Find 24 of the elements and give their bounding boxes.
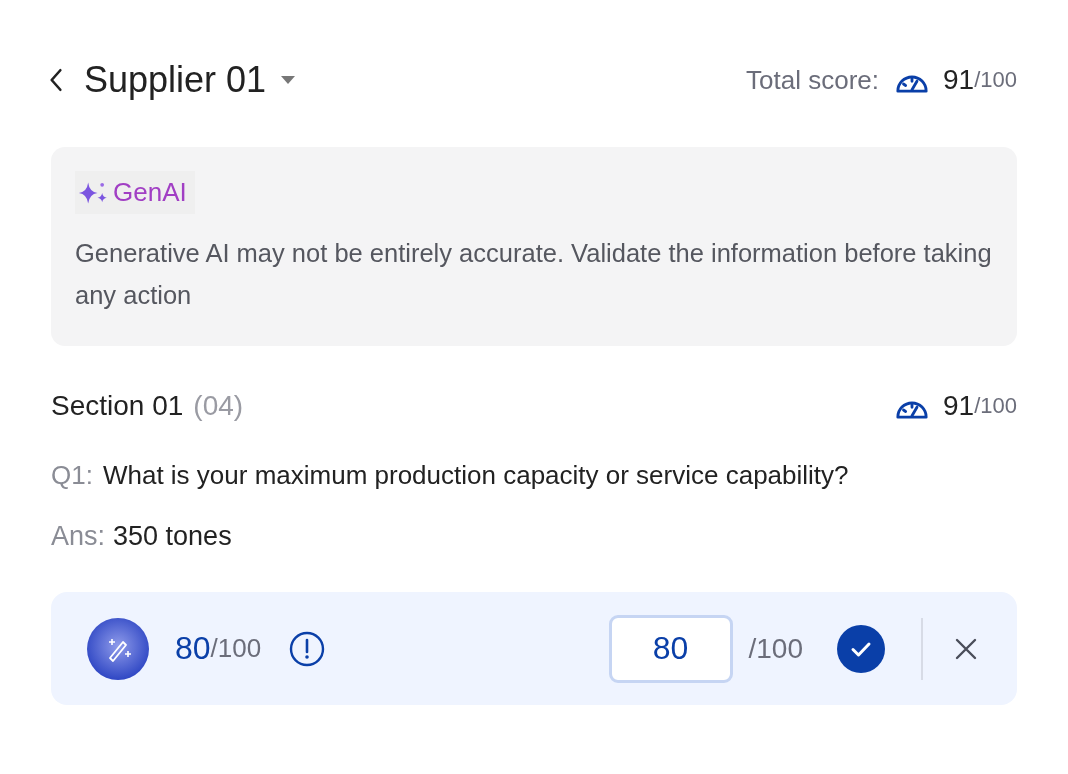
disclaimer-text: Generative AI may not be entirely accurate. Validate the information before taking any action bbox=[75, 238, 993, 311]
score-input-field[interactable]: 80 bbox=[608, 614, 733, 683]
question-label: Q1: bbox=[51, 460, 93, 491]
caret-icon bbox=[280, 75, 297, 85]
genai-badge: GenAI bbox=[75, 171, 195, 214]
score-value: 91 bbox=[943, 64, 975, 96]
back-icon[interactable] bbox=[48, 67, 64, 93]
supplier-dropdown[interactable]: Supplier 01 bbox=[84, 59, 297, 101]
checkmark-icon[interactable] bbox=[837, 624, 885, 673]
score-input-max: /100 bbox=[748, 632, 803, 665]
score-value: 91 bbox=[943, 390, 975, 422]
question-count: (04) bbox=[193, 390, 244, 422]
magic-wand-icon bbox=[87, 617, 149, 680]
score-max: /100 bbox=[974, 67, 1017, 93]
total-score-label: Total score: bbox=[746, 64, 879, 96]
score-max: /100 bbox=[974, 393, 1017, 419]
close-icon[interactable] bbox=[955, 637, 977, 660]
question-text: What is your maximum production capacity or service capability? bbox=[102, 460, 849, 491]
info-icon[interactable] bbox=[289, 630, 326, 667]
section-title: Section 01 bbox=[51, 390, 184, 422]
ai-score-value: 80 bbox=[175, 630, 211, 667]
answer-label: Ans: bbox=[51, 521, 106, 552]
ai-score-max: /100 bbox=[210, 633, 262, 664]
answer-text: 350 tones bbox=[113, 521, 232, 552]
